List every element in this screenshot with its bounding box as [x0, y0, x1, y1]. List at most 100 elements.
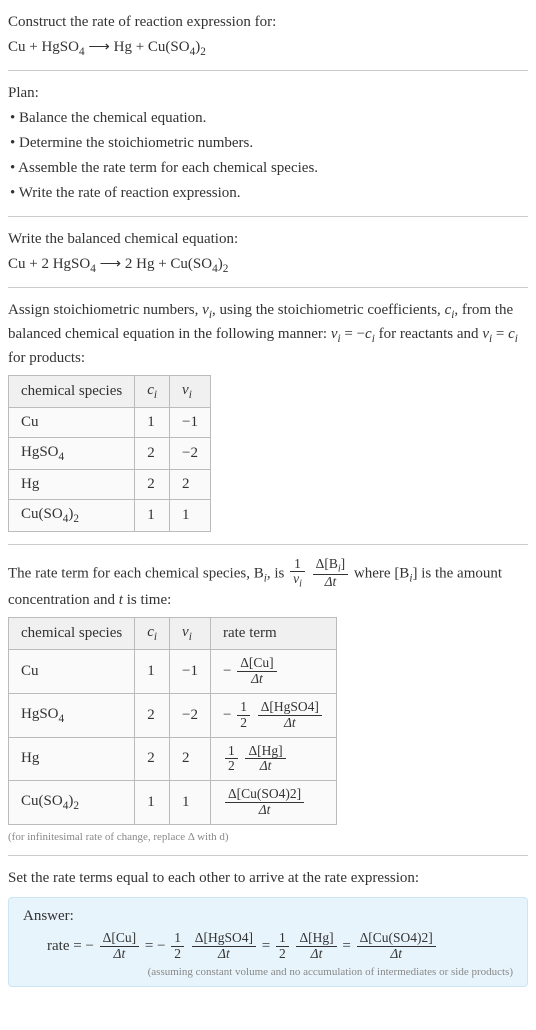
species-cell: Cu(SO4)2	[9, 499, 135, 531]
col-species: chemical species	[9, 375, 135, 407]
half-fraction: 12	[276, 931, 289, 962]
plan-item: • Assemble the rate term for each chemic…	[10, 158, 528, 179]
rate-eq: rate =	[47, 938, 85, 954]
text: is time:	[123, 592, 171, 608]
numerator: Δ[Cu]	[100, 931, 139, 947]
denominator: Δt	[225, 803, 304, 818]
divider	[8, 287, 528, 288]
numerator: Δ[HgSO4]	[192, 931, 256, 947]
rate-term-cell: 12 Δ[Hg]Δt	[210, 737, 336, 781]
half-fraction: 12	[237, 700, 250, 731]
nu-i: ν	[202, 302, 209, 318]
table-header-row: chemical species ci νi rate term	[9, 618, 337, 650]
fraction: 1 νi	[290, 557, 305, 591]
numerator: Δ[Bi]	[313, 557, 349, 576]
answer-note: (assuming constant volume and no accumul…	[23, 966, 513, 978]
eq: =	[342, 938, 354, 954]
table-row: Cu(SO4)2 1 1	[9, 499, 211, 531]
stoich-paragraph: Assign stoichiometric numbers, νi, using…	[8, 300, 528, 369]
table-row: Cu 1 −1	[9, 407, 211, 437]
numerator: Δ[Cu(SO4)2]	[357, 931, 436, 947]
ci-cell: 1	[135, 407, 170, 437]
denominator: Δt	[296, 947, 336, 962]
nui-cell: −1	[170, 407, 211, 437]
plan-item: • Balance the chemical equation.	[10, 108, 528, 129]
species: HgSO	[21, 444, 59, 460]
eq-text: Cu + HgSO	[8, 39, 79, 55]
numerator: Δ[Cu(SO4)2]	[225, 787, 304, 803]
numerator: Δ[Cu]	[237, 656, 276, 672]
ci-cell: 1	[135, 650, 170, 694]
fraction: Δ[Bi] Δt	[313, 557, 349, 591]
col-rate-term: rate term	[210, 618, 336, 650]
species-cell: Cu	[9, 650, 135, 694]
text: for reactants and	[375, 326, 482, 342]
rate-term-paragraph: The rate term for each chemical species,…	[8, 557, 528, 612]
species-cell: Cu(SO4)2	[9, 781, 135, 825]
rate-expression: rate = − Δ[Cu]Δt = − 12 Δ[HgSO4]Δt = 12 …	[23, 931, 513, 962]
denominator: 2	[276, 947, 289, 962]
c-i: c	[508, 326, 515, 342]
answer-label: Answer:	[23, 908, 513, 925]
numerator: 1	[290, 557, 305, 573]
fraction: Δ[Cu]Δt	[237, 656, 276, 687]
nui-cell: 2	[170, 737, 211, 781]
species-cell: HgSO4	[9, 693, 135, 737]
numerator: 1	[171, 931, 184, 947]
nui-cell: 1	[170, 781, 211, 825]
divider	[8, 855, 528, 856]
half-fraction: 12	[225, 744, 238, 775]
species-cell: Hg	[9, 469, 135, 499]
fraction: Δ[HgSO4]Δt	[258, 700, 322, 731]
text: , is	[267, 565, 288, 581]
table-row: Cu 1 −1 − Δ[Cu]Δt	[9, 650, 337, 694]
fraction: Δ[Cu]Δt	[100, 931, 139, 962]
nui-cell: −2	[170, 437, 211, 469]
nu-i: ν	[482, 326, 489, 342]
col-nui: νi	[170, 375, 211, 407]
col-species: chemical species	[9, 618, 135, 650]
eq: =	[145, 938, 157, 954]
table-row: HgSO4 2 −2 − 12 Δ[HgSO4]Δt	[9, 693, 337, 737]
nu: ν	[182, 382, 189, 398]
numerator: Δ[HgSO4]	[258, 700, 322, 716]
fraction: Δ[Cu(SO4)2]Δt	[357, 931, 436, 962]
subscript: i	[515, 333, 518, 345]
neg: −	[157, 938, 165, 954]
balanced-heading: Write the balanced chemical equation:	[8, 229, 528, 250]
table-row: Cu(SO4)2 1 1 Δ[Cu(SO4)2]Δt	[9, 781, 337, 825]
numerator: 1	[225, 744, 238, 760]
fraction: Δ[HgSO4]Δt	[192, 931, 256, 962]
rate-term-cell: − Δ[Cu]Δt	[210, 650, 336, 694]
fraction: Δ[Hg]Δt	[245, 744, 285, 775]
species-cell: Cu	[9, 407, 135, 437]
col-nui: νi	[170, 618, 211, 650]
text: Assign stoichiometric numbers,	[8, 302, 202, 318]
species: Cu(SO	[21, 793, 63, 809]
ci-cell: 2	[135, 737, 170, 781]
ci-cell: 2	[135, 693, 170, 737]
denominator: Δt	[237, 672, 276, 687]
subscript: i	[189, 631, 192, 643]
text: where [B	[354, 565, 409, 581]
text: ]	[341, 556, 346, 571]
balanced-equation: Cu + 2 HgSO4 ⟶ 2 Hg + Cu(SO4)2	[8, 254, 528, 275]
c: c	[147, 624, 154, 640]
text: Δ[B	[316, 556, 338, 571]
rate-term-table: chemical species ci νi rate term Cu 1 −1…	[8, 617, 337, 825]
nui-cell: 1	[170, 499, 211, 531]
species: Cu	[21, 414, 39, 430]
subscript: i	[154, 631, 157, 643]
text: = −	[341, 326, 365, 342]
text: The rate term for each chemical species,…	[8, 565, 264, 581]
stoich-table: chemical species c i νi Cu 1 −1 HgSO4 2 −…	[8, 375, 211, 532]
species-cell: HgSO4	[9, 437, 135, 469]
infinitesimal-note: (for infinitesimal rate of change, repla…	[8, 831, 528, 843]
numerator: 1	[237, 700, 250, 716]
denominator: 2	[237, 716, 250, 731]
subscript: i	[189, 389, 192, 401]
species: Cu	[21, 663, 39, 679]
c: c	[147, 382, 154, 398]
unbalanced-equation: Cu + HgSO4 ⟶ Hg + Cu(SO4)2	[8, 37, 528, 58]
table-row: HgSO4 2 −2	[9, 437, 211, 469]
